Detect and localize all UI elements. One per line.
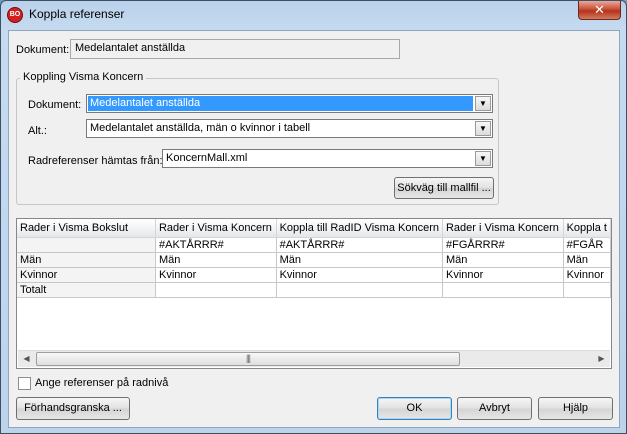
chevron-down-icon[interactable]: ▼ <box>475 151 491 166</box>
grid-cell <box>17 237 156 253</box>
column-header[interactable]: Rader i Visma Bokslut <box>17 219 156 238</box>
title-bar[interactable]: BO Koppla referenser ✕ <box>1 1 626 29</box>
grid-table: Rader i Visma Bokslut Rader i Visma Konc… <box>17 219 611 298</box>
dokument-combo-value: Medelantalet anställda <box>88 96 473 111</box>
grid-cell[interactable] <box>155 282 277 298</box>
alt-label: Alt.: <box>28 125 47 137</box>
close-button[interactable]: ✕ <box>578 1 621 20</box>
help-button[interactable]: Hjälp <box>538 397 613 420</box>
grid-cell: Män <box>17 252 156 268</box>
column-header[interactable]: Koppla till RadID Visma Koncern <box>276 219 443 238</box>
grid-cell[interactable]: Kvinnor <box>276 267 443 283</box>
scroll-right-icon[interactable]: ▶ <box>593 351 610 367</box>
grid-cell[interactable]: #FGÅR <box>563 237 611 253</box>
grid-cell[interactable]: Kvinnor <box>442 267 564 283</box>
alt-combo[interactable]: Medelantalet anställda, män o kvinnor i … <box>86 119 493 138</box>
reference-grid[interactable]: Rader i Visma Bokslut Rader i Visma Konc… <box>16 218 612 369</box>
grid-cell: Kvinnor <box>17 267 156 283</box>
koppling-group-title: Koppling Visma Koncern <box>20 71 147 83</box>
table-row: Totalt <box>17 282 611 298</box>
table-row: Kvinnor Kvinnor Kvinnor Kvinnor Kvinnor <box>17 267 611 283</box>
cancel-button[interactable]: Avbryt <box>457 397 532 420</box>
column-header[interactable]: Rader i Visma Koncern <box>442 219 564 238</box>
grid-cell[interactable]: Män <box>563 252 611 268</box>
grid-cell[interactable]: Män <box>442 252 564 268</box>
grid-cell[interactable] <box>563 282 611 298</box>
window-title: Koppla referenser <box>29 7 125 21</box>
dokument-readonly-field: Medelantalet anställda <box>70 39 400 59</box>
grid-cell: Totalt <box>17 282 156 298</box>
column-header[interactable]: Rader i Visma Koncern <box>155 219 277 238</box>
preview-button[interactable]: Förhandsgranska ... <box>16 397 130 420</box>
table-row: Män Män Män Män Män <box>17 252 611 268</box>
grid-cell[interactable] <box>442 282 564 298</box>
chevron-down-icon[interactable]: ▼ <box>475 96 491 111</box>
grid-cell[interactable]: #FGÅRRR# <box>442 237 564 253</box>
table-row: #AKTÅRRR# #AKTÅRRR# #FGÅRRR# #FGÅR <box>17 237 611 253</box>
group-dokument-label: Dokument: <box>28 99 82 111</box>
ok-button[interactable]: OK <box>377 397 452 420</box>
column-header[interactable]: Koppla t <box>563 219 611 238</box>
scrollbar-thumb[interactable]: ||| <box>36 352 460 366</box>
dialog-window: BO Koppla referenser ✕ Dokument: Medelan… <box>0 0 627 434</box>
path-to-template-button[interactable]: Sökväg till mallfil ... <box>394 177 494 199</box>
grid-cell[interactable]: #AKTÅRRR# <box>155 237 277 253</box>
horizontal-scrollbar[interactable]: ◀ ||| ▶ <box>18 350 610 367</box>
grid-header-row: Rader i Visma Bokslut Rader i Visma Konc… <box>17 219 611 238</box>
dokument-combo[interactable]: Medelantalet anställda ▼ <box>86 94 493 113</box>
grid-cell[interactable]: Män <box>276 252 443 268</box>
dialog-client-area: Dokument: Medelantalet anställda Kopplin… <box>8 30 620 428</box>
radreferenser-combo-value: KoncernMall.xml <box>166 152 248 164</box>
row-level-references-checkbox[interactable] <box>18 377 31 390</box>
row-level-references-label[interactable]: Ange referenser på radnivå <box>35 377 168 389</box>
alt-combo-value: Medelantalet anställda, män o kvinnor i … <box>90 122 311 134</box>
grid-cell[interactable]: Kvinnor <box>563 267 611 283</box>
scroll-left-icon[interactable]: ◀ <box>18 351 35 367</box>
grid-cell[interactable]: #AKTÅRRR# <box>276 237 443 253</box>
radreferenser-combo[interactable]: KoncernMall.xml ▼ <box>162 149 493 168</box>
grid-cell[interactable] <box>276 282 443 298</box>
grid-cell[interactable]: Kvinnor <box>155 267 277 283</box>
radreferenser-label: Radreferenser hämtas från: <box>28 155 163 167</box>
chevron-down-icon[interactable]: ▼ <box>475 121 491 136</box>
dokument-label: Dokument: <box>16 44 70 56</box>
grid-cell[interactable]: Män <box>155 252 277 268</box>
app-logo-icon: BO <box>7 7 23 23</box>
